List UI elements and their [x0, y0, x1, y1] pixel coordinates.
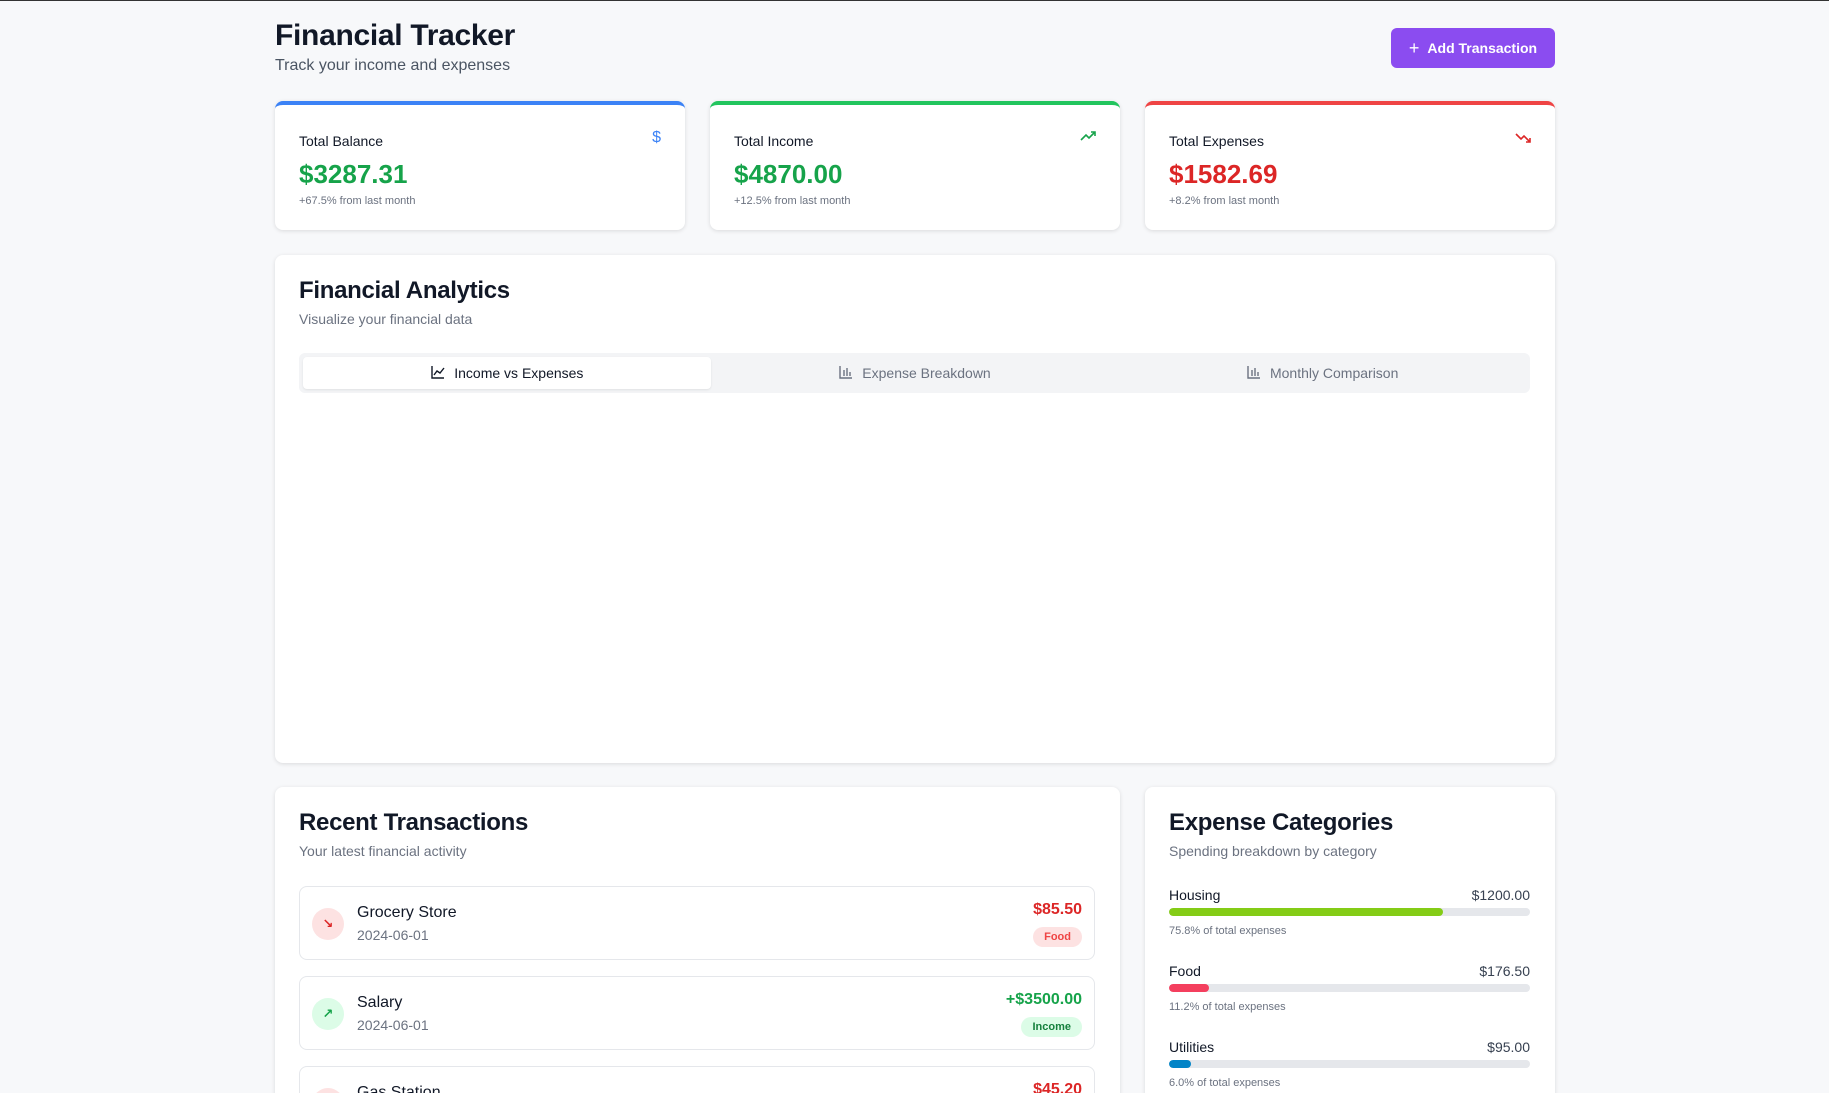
tab-income-vs-expenses[interactable]: Income vs Expenses	[303, 357, 711, 389]
stat-note: +67.5% from last month	[299, 195, 416, 207]
trending-down-icon	[1515, 129, 1531, 150]
analytics-subtitle: Visualize your financial data	[299, 311, 473, 327]
stat-value: $1582.69	[1169, 159, 1278, 189]
transaction-date: 2024-06-01	[357, 927, 429, 943]
category-badge: Food	[1033, 927, 1082, 947]
transaction-amount: $85.50	[1033, 901, 1082, 918]
category-item-housing: Housing $1200.00 75.8% of total expenses	[1169, 887, 1530, 947]
recent-subtitle: Your latest financial activity	[299, 843, 467, 859]
categories-subtitle: Spending breakdown by category	[1169, 843, 1377, 859]
line-chart-icon	[430, 364, 446, 383]
category-progress	[1169, 984, 1530, 992]
category-percent: 75.8% of total expenses	[1169, 925, 1287, 937]
analytics-card: Financial Analytics Visualize your finan…	[275, 255, 1555, 763]
analytics-tabs: Income vs Expenses Expense Breakdown Mon…	[299, 353, 1530, 393]
category-amount: $176.50	[1479, 963, 1530, 979]
category-name: Housing	[1169, 887, 1221, 903]
category-item-utilities: Utilities $95.00 6.0% of total expenses	[1169, 1039, 1530, 1093]
stat-label: Total Expenses	[1169, 133, 1264, 149]
arrow-down-right-icon: ↘	[312, 1088, 344, 1093]
category-progress-fill	[1169, 908, 1443, 916]
transaction-name: Salary	[357, 994, 403, 1011]
category-progress	[1169, 1060, 1530, 1068]
category-percent: 11.2% of total expenses	[1169, 1001, 1286, 1013]
analytics-title: Financial Analytics	[299, 277, 510, 304]
stat-value: $3287.31	[299, 159, 408, 189]
category-amount: $1200.00	[1471, 887, 1530, 903]
stat-card-expenses: Total Expenses $1582.69 +8.2% from last …	[1145, 101, 1555, 230]
page-title: Financial Tracker	[275, 19, 516, 52]
bar-chart-icon	[838, 364, 854, 383]
tab-expense-breakdown[interactable]: Expense Breakdown	[711, 357, 1119, 389]
recent-transactions-card: Recent Transactions Your latest financia…	[275, 787, 1120, 1093]
category-name: Utilities	[1169, 1039, 1215, 1055]
stat-label: Total Balance	[299, 133, 384, 149]
bar-chart-icon	[1246, 364, 1262, 383]
plus-icon: +	[1408, 38, 1420, 58]
transaction-amount: +$3500.00	[1005, 991, 1082, 1008]
category-percent: 6.0% of total expenses	[1169, 1077, 1281, 1089]
stat-note: +12.5% from last month	[734, 195, 851, 207]
stat-note: +8.2% from last month	[1169, 195, 1280, 207]
transaction-row[interactable]: ↘ Gas Station $45.20	[299, 1066, 1095, 1093]
category-progress-fill	[1169, 984, 1210, 992]
categories-title: Expense Categories	[1169, 809, 1394, 836]
arrow-down-right-icon: ↘	[312, 908, 344, 940]
recent-title: Recent Transactions	[299, 809, 529, 836]
transaction-row[interactable]: ↘ Grocery Store 2024-06-01 $85.50 Food	[299, 886, 1095, 960]
transaction-amount: $45.20	[1033, 1081, 1082, 1093]
tab-label: Income vs Expenses	[454, 365, 584, 381]
transaction-name: Grocery Store	[357, 904, 457, 921]
stat-card-income: Total Income $4870.00 +12.5% from last m…	[710, 101, 1120, 230]
trending-up-icon	[1080, 129, 1096, 150]
stat-label: Total Income	[734, 133, 814, 149]
tab-label: Monthly Comparison	[1269, 365, 1399, 381]
add-transaction-label: Add Transaction	[1427, 40, 1538, 56]
category-progress	[1169, 908, 1530, 916]
tab-monthly-comparison[interactable]: Monthly Comparison	[1118, 357, 1526, 389]
stats-row: Total Balance $ $3287.31 +67.5% from las…	[275, 101, 1555, 231]
page-subtitle: Track your income and expenses	[275, 57, 511, 74]
category-item-food: Food $176.50 11.2% of total expenses	[1169, 963, 1530, 1023]
dollar-icon: $	[652, 129, 661, 146]
expense-categories-card: Expense Categories Spending breakdown by…	[1145, 787, 1555, 1093]
category-badge: Income	[1021, 1017, 1082, 1037]
category-amount: $95.00	[1487, 1039, 1530, 1055]
dashboard: Financial Tracker Track your income and …	[275, 1, 1555, 1093]
page-header: Financial Tracker Track your income and …	[275, 1, 1555, 101]
chart-area	[299, 405, 1530, 745]
tab-label: Expense Breakdown	[862, 365, 991, 381]
add-transaction-button[interactable]: + Add Transaction	[1391, 28, 1555, 68]
category-name: Food	[1169, 963, 1201, 979]
stat-value: $4870.00	[734, 159, 843, 189]
arrow-up-right-icon: ↗	[312, 998, 344, 1030]
transaction-date: 2024-06-01	[357, 1017, 429, 1033]
stat-card-balance: Total Balance $ $3287.31 +67.5% from las…	[275, 101, 685, 230]
transaction-row[interactable]: ↗ Salary 2024-06-01 +$3500.00 Income	[299, 976, 1095, 1050]
category-progress-fill	[1169, 1060, 1191, 1068]
transaction-name: Gas Station	[357, 1084, 441, 1093]
